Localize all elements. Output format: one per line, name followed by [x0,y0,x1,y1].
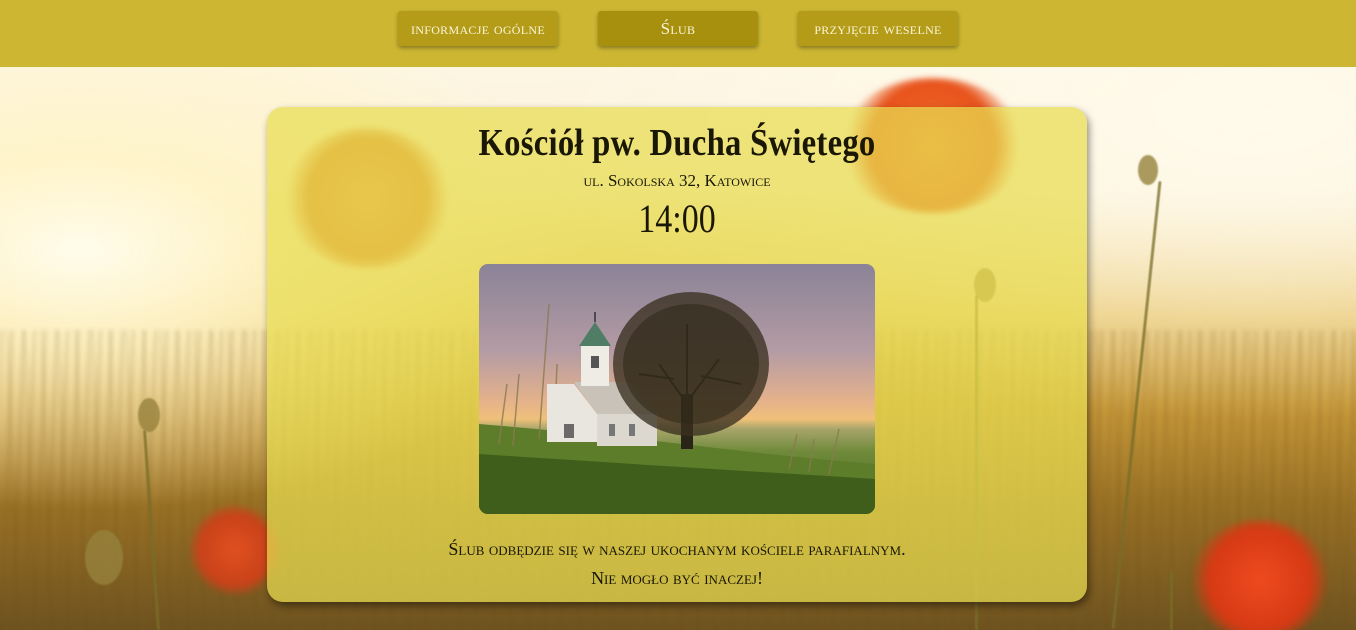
poppy-bud [1138,155,1158,185]
nav-button-general-info[interactable]: informacje ogólne [398,11,558,46]
poppy-bud [138,398,160,432]
nav-button-reception[interactable]: przyjęcie weselne [798,11,958,46]
church-photo [479,264,875,514]
top-navigation-bar: informacje ogólne Ślub przyjęcie weselne [0,0,1356,67]
church-name-heading: Kościół pw. Ducha Świętego [478,122,876,164]
poppy-stem [1170,570,1173,630]
ceremony-time: 14:00 [638,196,716,241]
church-illustration [479,292,875,514]
ceremony-description: Ślub odbędzie się w naszej ukochanym koś… [448,539,906,588]
poppy-bud [85,530,123,585]
ceremony-card: Kościół pw. Ducha Świętego ul. Sokolska … [267,107,1087,602]
church-address: ul. Sokolska 32, Katowice [583,171,771,190]
poppy-flower [1190,520,1330,630]
nav-button-wedding[interactable]: Ślub [598,11,758,46]
